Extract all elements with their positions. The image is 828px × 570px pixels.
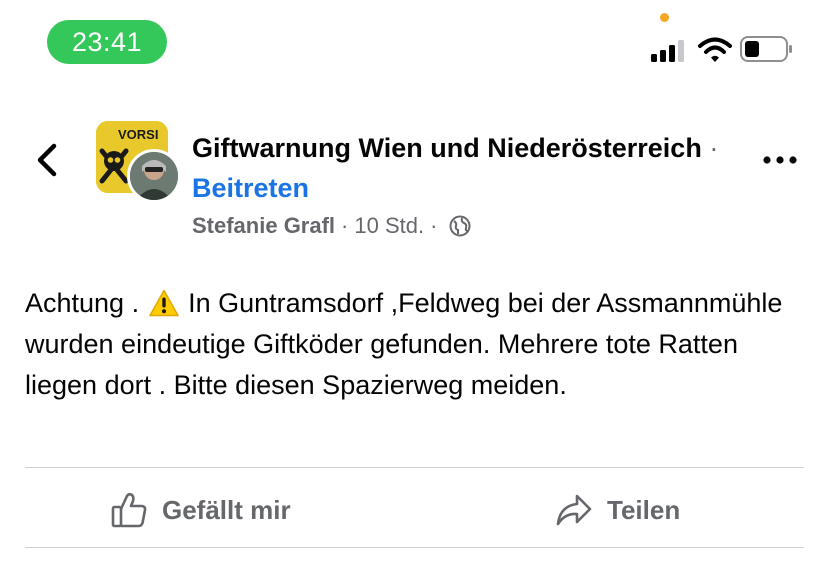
post-header-title: Giftwarnung Wien und Niederösterreich · … bbox=[192, 128, 732, 208]
group-avatar-text: VORSI bbox=[118, 127, 158, 142]
meta-separator: · bbox=[341, 213, 349, 238]
author-avatar[interactable] bbox=[127, 149, 181, 203]
thumbs-up-icon bbox=[111, 492, 147, 528]
share-label: Teilen bbox=[607, 494, 681, 525]
join-group-link[interactable]: Beitreten bbox=[192, 173, 309, 203]
group-name-link[interactable]: Giftwarnung Wien und Niederösterreich bbox=[192, 133, 702, 163]
post-timestamp[interactable]: 10 Std. bbox=[354, 211, 424, 241]
status-time: 23:41 bbox=[47, 20, 167, 64]
like-label: Gefällt mir bbox=[162, 494, 291, 525]
share-button[interactable]: Teilen bbox=[555, 486, 680, 534]
like-button[interactable]: Gefällt mir bbox=[110, 486, 291, 534]
author-photo-icon bbox=[130, 152, 178, 200]
wifi-icon bbox=[698, 37, 732, 62]
title-separator: · bbox=[701, 133, 719, 163]
warning-sign-icon bbox=[148, 289, 179, 317]
share-arrow-icon bbox=[556, 494, 592, 526]
author-name-link[interactable]: Stefanie Grafl bbox=[192, 211, 335, 241]
divider bbox=[25, 547, 804, 548]
globe-icon bbox=[449, 215, 471, 237]
post-meta: Stefanie Grafl · 10 Std. · bbox=[192, 211, 471, 241]
post-text: Achtung . In Guntramsdorf ,Feldweg bei d… bbox=[25, 283, 795, 406]
status-time-label: 23:41 bbox=[71, 26, 143, 57]
divider bbox=[25, 467, 804, 468]
post-text-part-1: Achtung . bbox=[25, 288, 147, 318]
cellular-signal-icon bbox=[651, 40, 684, 62]
battery-icon bbox=[740, 36, 792, 62]
privacy-indicator-dot bbox=[660, 13, 669, 22]
back-chevron-icon[interactable] bbox=[32, 140, 64, 180]
meta-separator: · bbox=[430, 213, 438, 238]
more-options-icon[interactable] bbox=[760, 148, 800, 172]
